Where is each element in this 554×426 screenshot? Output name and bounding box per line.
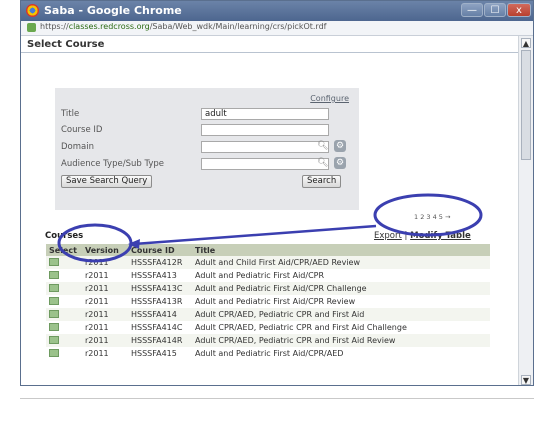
pagination[interactable]: 1 2 3 4 5 → [414,213,450,221]
scroll-thumb[interactable] [521,50,531,160]
actions-separator: | [404,231,408,241]
version-cell: r2011 [85,271,109,280]
course-id-cell: HSSSFA414 [128,308,192,321]
course-id-cell: HSSSFA415 [131,349,177,358]
version-cell: r2011 [82,282,128,295]
page-divider [20,398,534,399]
lock-icon [27,23,36,32]
select-icon[interactable] [49,322,59,331]
audience-search-icon[interactable]: 🔍︎ [317,158,328,168]
select-icon[interactable] [49,348,59,357]
version-cell: r2011 [85,323,109,332]
select-cell[interactable] [46,256,82,269]
version-cell: r2011 [85,349,109,358]
search-button[interactable]: Search [302,175,342,188]
title-cell[interactable]: Adult CPR/AED, Pediatric CPR and First A… [192,334,490,347]
audience-label: Audience Type/Sub Type [61,159,164,169]
table-row[interactable]: r2011 HSSSFA412R Adult and Child First A… [46,256,490,269]
domain-label: Domain [61,142,94,152]
select-cell[interactable] [46,295,82,308]
select-cell[interactable] [46,282,82,295]
courses-section-label: Courses [45,231,84,241]
domain-input[interactable] [201,141,329,153]
browser-window: Saba - Google Chrome — ☐ x https://class… [20,0,534,386]
table-row[interactable]: r2011 HSSSFA413C Adult and Pediatric Fir… [46,282,490,295]
select-icon[interactable] [49,296,59,305]
version-cell: r2011 [82,256,128,269]
save-search-query-button[interactable]: Save Search Query [61,175,153,188]
title-cell[interactable]: Adult and Pediatric First Aid/CPR [192,269,490,282]
course-id-cell: HSSSFA413C [128,282,192,295]
version-cell: r2011 [82,334,128,347]
search-panel: Configure Title adult Course ID Domain 🔍… [55,88,359,210]
course-id-cell: HSSSFA413R [131,297,183,306]
select-cell[interactable] [46,321,82,334]
course-id-cell: HSSSFA413 [131,271,177,280]
url-path: /Saba/Web_wdk/Main/learning/crs/pickOt.r… [149,22,327,31]
minimize-button[interactable]: — [461,3,483,17]
table-header-row: Select Version Course ID Title [46,244,490,256]
select-icon[interactable] [49,270,59,279]
table-row[interactable]: r2011 HSSSFA414 Adult CPR/AED, Pediatric… [46,308,490,321]
title-cell[interactable]: Adult and Pediatric First Aid/CPR Review [192,295,490,308]
url-scheme: https:// [40,22,69,31]
select-cell[interactable] [46,334,82,347]
table-row[interactable]: r2011 HSSSFA414C Adult CPR/AED, Pediatri… [46,321,490,334]
scroll-down-icon[interactable]: ▼ [521,375,531,385]
select-icon[interactable] [49,257,59,266]
course-id-input[interactable] [201,124,329,136]
column-header-title[interactable]: Title [192,244,490,256]
page-title: Select Course [27,39,105,50]
select-cell[interactable] [46,269,82,282]
table-row[interactable]: r2011 HSSSFA415 Adult and Pediatric Firs… [46,347,490,360]
courses-table: Select Version Course ID Title r2011 HSS… [46,244,490,360]
title-bar: Saba - Google Chrome — ☐ x [21,1,533,21]
domain-picker-icon[interactable]: ⚙ [334,140,346,152]
window-title: Saba - Google Chrome [44,4,182,17]
audience-picker-icon[interactable]: ⚙ [334,157,346,169]
chrome-logo-icon [26,4,39,17]
title-input[interactable]: adult [201,108,329,120]
audience-input[interactable] [201,158,329,170]
heading-divider [21,52,518,53]
table-row[interactable]: r2011 HSSSFA413 Adult and Pediatric Firs… [46,269,490,282]
modify-table-link[interactable]: Modify Table [410,231,471,241]
select-cell[interactable] [46,308,82,321]
title-label: Title [61,109,80,119]
select-icon[interactable] [49,309,59,318]
column-header-course-id[interactable]: Course ID [128,244,192,256]
url-host: classes.redcross.org [68,22,150,31]
title-cell[interactable]: Adult CPR/AED, Pediatric CPR and First A… [192,308,490,321]
page-content: Select Course Configure Title adult Cour… [21,36,518,385]
title-cell[interactable]: Adult and Child First Aid/CPR/AED Review [192,256,490,269]
close-button[interactable]: x [507,3,531,17]
course-id-cell: HSSSFA414R [128,334,192,347]
column-header-select[interactable]: Select [46,244,82,256]
address-bar[interactable]: https://classes.redcross.org/Saba/Web_wd… [21,21,533,36]
table-row[interactable]: r2011 HSSSFA414R Adult CPR/AED, Pediatri… [46,334,490,347]
select-icon[interactable] [49,335,59,344]
select-cell[interactable] [46,347,82,360]
select-icon[interactable] [49,283,59,292]
version-cell: r2011 [82,308,128,321]
course-id-cell: HSSSFA412R [128,256,192,269]
title-cell[interactable]: Adult and Pediatric First Aid/CPR/AED [192,347,490,360]
table-row[interactable]: r2011 HSSSFA413R Adult and Pediatric Fir… [46,295,490,308]
column-header-version[interactable]: Version [82,244,128,256]
configure-link[interactable]: Configure [310,94,349,103]
course-id-cell: HSSSFA414C [131,323,183,332]
title-cell[interactable]: Adult and Pediatric First Aid/CPR Challe… [192,282,490,295]
title-cell[interactable]: Adult CPR/AED, Pediatric CPR and First A… [192,321,490,334]
vertical-scrollbar[interactable]: ▲ ▼ [518,36,533,385]
course-id-label: Course ID [61,125,103,135]
export-link[interactable]: Export [374,231,402,241]
url-text[interactable]: https://classes.redcross.org/Saba/Web_wd… [40,22,326,31]
table-actions: Export | Modify Table [374,231,471,241]
version-cell: r2011 [85,297,109,306]
domain-search-icon[interactable]: 🔍︎ [317,141,328,151]
scroll-up-icon[interactable]: ▲ [521,38,531,48]
maximize-button[interactable]: ☐ [484,3,506,17]
